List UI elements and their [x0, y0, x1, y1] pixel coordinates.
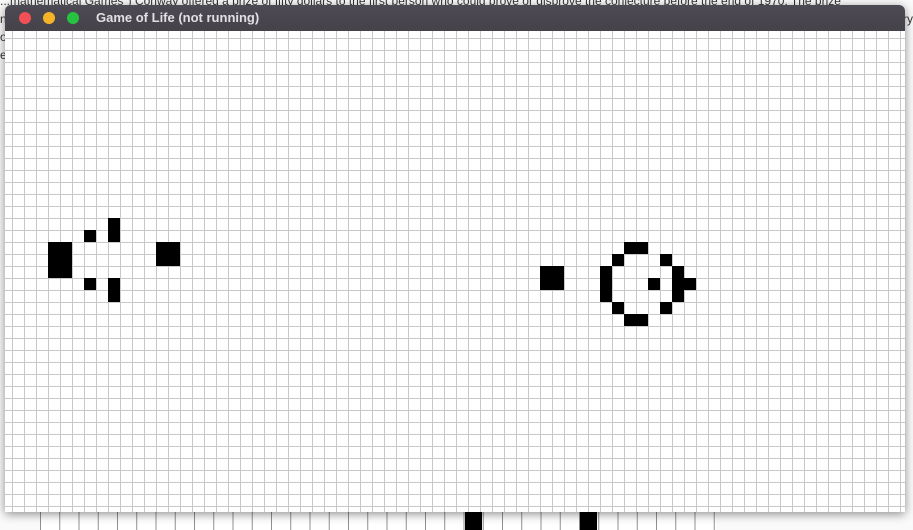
live-cell[interactable]	[540, 278, 552, 290]
live-cell[interactable]	[600, 278, 612, 290]
live-cell[interactable]	[672, 290, 684, 302]
live-cell[interactable]	[48, 242, 60, 254]
life-board-grid[interactable]	[5, 31, 905, 512]
maximize-window-button[interactable]	[67, 12, 79, 24]
window-title: Game of Life (not running)	[96, 10, 260, 25]
live-cell[interactable]	[600, 290, 612, 302]
background-live-cell	[464, 512, 482, 530]
live-cell[interactable]	[612, 254, 624, 266]
live-cell[interactable]	[636, 242, 648, 254]
window-titlebar[interactable]: Game of Life (not running)	[5, 5, 905, 31]
live-cell[interactable]	[672, 266, 684, 278]
live-cell[interactable]	[108, 278, 120, 290]
live-cell[interactable]	[60, 266, 72, 278]
live-cell[interactable]	[600, 266, 612, 278]
live-cell[interactable]	[108, 290, 120, 302]
live-cell[interactable]	[108, 230, 120, 242]
live-cell[interactable]	[672, 278, 684, 290]
live-cell[interactable]	[660, 254, 672, 266]
close-window-button[interactable]	[19, 12, 31, 24]
live-cell[interactable]	[612, 302, 624, 314]
live-cell[interactable]	[552, 266, 564, 278]
live-cell[interactable]	[156, 242, 168, 254]
live-cell[interactable]	[60, 254, 72, 266]
live-cell[interactable]	[648, 278, 660, 290]
live-cell[interactable]	[156, 254, 168, 266]
live-cell[interactable]	[168, 242, 180, 254]
live-cell[interactable]	[624, 242, 636, 254]
live-cell[interactable]	[168, 254, 180, 266]
background-live-cell	[580, 512, 597, 530]
live-cell[interactable]	[48, 254, 60, 266]
live-cell[interactable]	[60, 242, 72, 254]
live-cell[interactable]	[552, 278, 564, 290]
background-grid-strip	[40, 510, 716, 530]
live-cell[interactable]	[48, 266, 60, 278]
live-cell[interactable]	[84, 230, 96, 242]
live-cell[interactable]	[84, 278, 96, 290]
live-cell[interactable]	[684, 278, 696, 290]
live-cell[interactable]	[660, 302, 672, 314]
game-of-life-window: Game of Life (not running)	[5, 5, 905, 512]
live-cell[interactable]	[540, 266, 552, 278]
live-cell[interactable]	[624, 314, 636, 326]
live-cell[interactable]	[108, 218, 120, 230]
minimize-window-button[interactable]	[43, 12, 55, 24]
live-cell[interactable]	[636, 314, 648, 326]
desktop: ...mathematical Games") Conway offered a…	[0, 0, 913, 530]
